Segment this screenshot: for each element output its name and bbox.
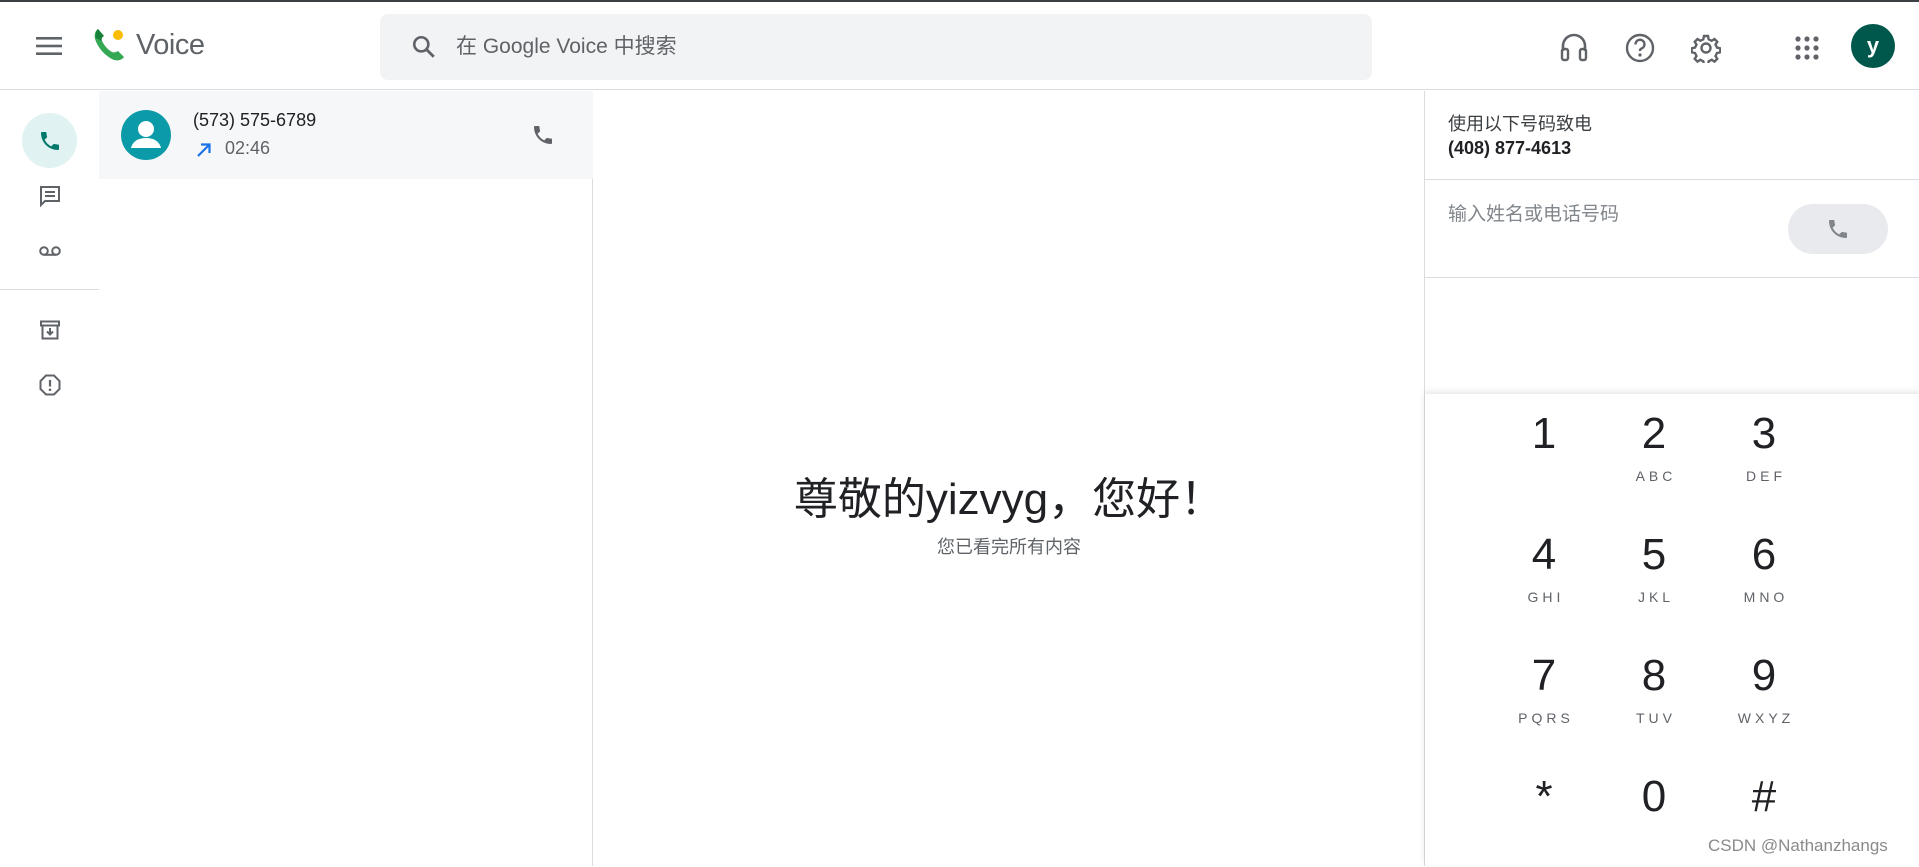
call-back-button[interactable] (519, 111, 567, 159)
hamburger-menu-icon (36, 37, 62, 55)
help-button[interactable] (1616, 24, 1664, 72)
key-letters: GHI (1527, 589, 1565, 605)
outgoing-call-arrow-icon (197, 143, 211, 157)
call-from-label: 使用以下号码致电 (1448, 114, 1592, 134)
support-button[interactable] (1550, 24, 1598, 72)
dial-keypad: 1 2 ABC 3 DEF 4 GHI 5 JKL 6 MNO 7 PQRS 8 TUV 9 W… (1425, 394, 1919, 866)
key-digit: # (1751, 772, 1777, 821)
nav-archive[interactable] (22, 302, 77, 357)
message-icon (39, 185, 60, 207)
voicemail-icon (38, 245, 61, 256)
divider (1425, 179, 1919, 180)
key-0[interactable]: 0 (1599, 757, 1709, 867)
key-digit: 2 (1641, 409, 1667, 458)
key-digit: 1 (1531, 409, 1557, 458)
phone-icon (534, 126, 552, 144)
key-digit: 0 (1641, 772, 1667, 821)
nav-voicemail[interactable] (22, 223, 77, 278)
key-3[interactable]: 3 DEF (1709, 394, 1819, 504)
apps-grid-icon (1795, 36, 1819, 60)
app-header: Voice y (0, 2, 1919, 90)
spam-report-icon (39, 374, 60, 395)
key-digit: 5 (1641, 530, 1667, 579)
key-1[interactable]: 1 (1489, 394, 1599, 504)
key-letters: PQRS (1518, 710, 1574, 726)
watermark: CSDN @Nathanzhangs (1708, 836, 1888, 855)
key-digit: 8 (1641, 651, 1667, 700)
dial-input[interactable] (1448, 204, 1778, 226)
key-star[interactable]: * (1489, 757, 1599, 867)
dialer-panel: 使用以下号码致电 (408) 877-4613 1 2 ABC 3 DEF 4 GHI… (1424, 91, 1919, 866)
app-name: Voice (136, 28, 205, 61)
search-bar[interactable] (380, 14, 1372, 80)
nav-spam[interactable] (22, 357, 77, 412)
main-panel: 尊敬的yizvyg，您好！ 您已看完所有内容 (594, 91, 1424, 866)
search-button[interactable] (392, 14, 456, 80)
key-digit: 9 (1751, 651, 1777, 700)
search-input[interactable] (456, 35, 1372, 59)
phone-icon (40, 131, 59, 150)
key-6[interactable]: 6 MNO (1709, 515, 1819, 625)
key-digit: 4 (1531, 530, 1557, 579)
nav-rail (0, 91, 99, 866)
voice-logo-icon (94, 29, 124, 61)
key-digit: 3 (1751, 409, 1777, 458)
key-digit: * (1535, 772, 1553, 821)
key-letters: MNO (1743, 589, 1789, 605)
nav-messages[interactable] (22, 168, 77, 223)
key-letters: JKL (1637, 589, 1675, 605)
phone-icon (1829, 220, 1847, 238)
gear-icon (1691, 34, 1721, 63)
key-letters: ABC (1635, 468, 1677, 484)
headset-icon (1560, 33, 1588, 62)
key-7[interactable]: 7 PQRS (1489, 636, 1599, 746)
archive-icon (39, 320, 60, 339)
google-apps-button[interactable] (1783, 24, 1831, 72)
key-letters: WXYZ (1737, 710, 1795, 726)
call-list-item[interactable]: (573) 575-6789 02:46 (99, 91, 593, 179)
person-icon (131, 121, 161, 148)
divider (1425, 277, 1919, 278)
greeting-subtitle: 您已看完所有内容 (937, 537, 1081, 557)
key-letters: DEF (1746, 468, 1786, 484)
call-time: 02:46 (225, 138, 271, 158)
key-8[interactable]: 8 TUV (1599, 636, 1709, 746)
call-from-number[interactable]: (408) 877-4613 (1448, 138, 1571, 159)
search-icon (412, 35, 435, 58)
key-4[interactable]: 4 GHI (1489, 515, 1599, 625)
key-9[interactable]: 9 WXYZ (1709, 636, 1819, 746)
key-digit: 6 (1751, 530, 1777, 579)
contact-avatar (121, 110, 171, 160)
key-letters: TUV (1636, 710, 1676, 726)
main-menu-button[interactable] (25, 22, 73, 70)
dial-call-button[interactable] (1788, 204, 1888, 254)
call-number: (573) 575-6789 (193, 110, 317, 130)
greeting-title: 尊敬的yizvyg，您好！ (793, 475, 1225, 524)
settings-button[interactable] (1682, 24, 1730, 72)
nav-divider (0, 289, 99, 290)
help-icon (1625, 33, 1655, 63)
voice-logo[interactable]: Voice (90, 26, 205, 64)
key-5[interactable]: 5 JKL (1599, 515, 1709, 625)
nav-calls[interactable] (22, 113, 77, 168)
call-list: (573) 575-6789 02:46 (99, 91, 593, 866)
account-avatar[interactable]: y (1851, 24, 1895, 68)
key-digit: 7 (1531, 651, 1557, 700)
key-2[interactable]: 2 ABC (1599, 394, 1709, 504)
